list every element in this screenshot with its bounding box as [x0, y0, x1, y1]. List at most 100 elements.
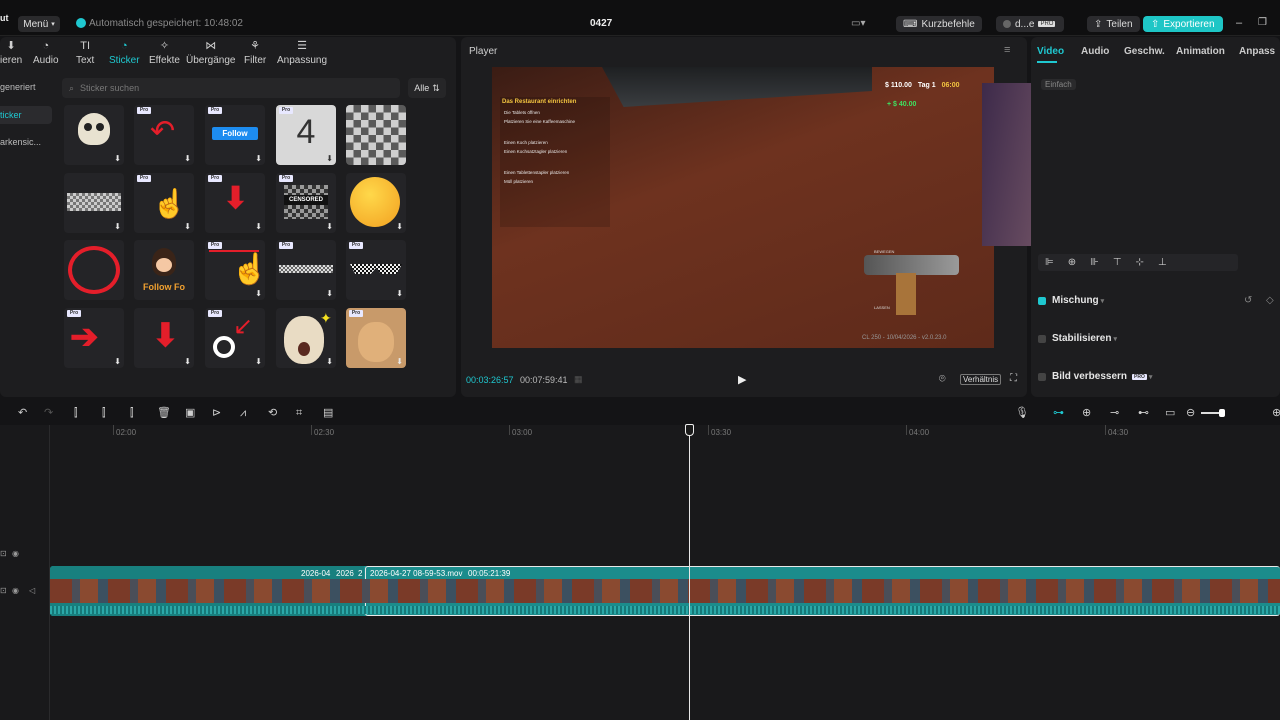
tab-transitions[interactable]: ⋈ Übergänge — [186, 40, 235, 66]
export-button[interactable]: ⇧ Exportieren — [1143, 16, 1223, 32]
mirror-icon[interactable]: ⩘ — [240, 407, 246, 419]
freeze-icon[interactable]: ▣ — [185, 407, 195, 419]
playhead[interactable] — [689, 425, 690, 720]
layout-icon[interactable]: ▭▾ — [851, 18, 865, 29]
aspect-ratio-button[interactable]: Verhältnis — [960, 374, 1002, 385]
download-icon[interactable]: ⬇ — [184, 222, 191, 231]
download-icon[interactable]: ⬇ — [184, 154, 191, 163]
download-icon[interactable]: ⬇ — [114, 222, 121, 231]
blushing-emoji-sticker[interactable]: ⬇ — [346, 173, 406, 233]
download-icon[interactable]: ⬇ — [255, 289, 262, 298]
tab-speed[interactable]: Geschw. — [1124, 46, 1165, 57]
share-button[interactable]: ⇪ Teilen — [1087, 16, 1140, 32]
sidebar-item-brand[interactable]: arkensic... — [0, 133, 52, 151]
follow-girl-sticker[interactable]: Follow Fo — [134, 240, 194, 300]
magnet-snap-icon[interactable]: ⊶ — [1053, 407, 1064, 419]
align-top-icon[interactable]: ⊤ — [1113, 257, 1122, 268]
enhance-checkbox[interactable] — [1038, 372, 1046, 381]
zoom-slider-handle[interactable] — [1219, 409, 1225, 417]
red-circle-sticker[interactable] — [64, 240, 124, 300]
download-icon[interactable]: ⬇ — [326, 154, 333, 163]
split-icon[interactable]: ⫿ — [74, 407, 78, 419]
stabilize-checkbox[interactable] — [1038, 334, 1046, 343]
download-icon[interactable]: ⬇ — [114, 154, 121, 163]
download-icon[interactable]: ⬇ — [396, 357, 403, 366]
sticker-search-input[interactable]: ⌕ Sticker suchen — [62, 78, 400, 98]
reset-icon[interactable]: ↺ — [1244, 295, 1252, 306]
blend-section[interactable]: Mischung ▾ — [1038, 295, 1104, 306]
video-track[interactable]: 2026-04 2026 2 2026-04-27 08-59-53.mov 0… — [50, 566, 1280, 616]
download-icon[interactable]: ⬇ — [255, 154, 262, 163]
tab-text[interactable]: TI Text — [76, 40, 94, 66]
tab-sticker[interactable]: ◔ Sticker — [109, 40, 140, 66]
auto-reframe-icon[interactable]: ▤ — [323, 407, 333, 419]
play-icon[interactable]: ▶ — [738, 373, 746, 386]
pixel-bar-sticker[interactable]: ⬇ — [64, 173, 124, 233]
download-icon[interactable]: ⬇ — [396, 222, 403, 231]
project-title[interactable]: 0427 — [590, 18, 612, 29]
restore-icon[interactable]: ❐ — [1258, 17, 1267, 28]
red-down-arrow-sticker[interactable]: Pro ⬇ ⬇ — [205, 173, 265, 233]
track-lock-icon[interactable]: ⊡ — [0, 549, 7, 558]
zoom-in-icon[interactable]: ⊕ — [1272, 407, 1280, 419]
tab-audio[interactable]: ◔ Audio — [33, 40, 59, 66]
preview-axis-icon[interactable]: ⊸ — [1110, 407, 1119, 419]
minimize-icon[interactable]: – — [1236, 17, 1242, 29]
pixel-censor-sticker[interactable] — [346, 105, 406, 165]
reverse-icon[interactable]: ⊳ — [212, 407, 221, 419]
tab-video[interactable]: Video — [1037, 46, 1064, 57]
download-icon[interactable]: ⬇ — [255, 222, 262, 231]
align-bottom-icon[interactable]: ⊥ — [1158, 257, 1167, 268]
align-right-icon[interactable]: ⊪ — [1090, 257, 1099, 268]
tab-animation[interactable]: Animation — [1176, 46, 1225, 57]
playhead-handle[interactable] — [685, 424, 694, 436]
delete-icon[interactable]: 🗑 — [157, 407, 171, 419]
skull-sticker[interactable]: ⬇ — [64, 105, 124, 165]
sub-tab-basic[interactable]: Einfach — [1041, 79, 1076, 90]
split-left-icon[interactable]: ⫿ — [102, 407, 106, 419]
tab-adjust[interactable]: ☰ Anpassung — [277, 40, 327, 66]
align-middle-icon[interactable]: ⊹ — [1136, 257, 1144, 268]
fullscreen-icon[interactable]: ⛶ — [1010, 373, 1017, 384]
main-track-visibility-icon[interactable]: ◉ — [12, 586, 19, 595]
main-track-lock-icon[interactable]: ⊡ — [0, 586, 7, 595]
download-icon[interactable]: ⬇ — [326, 222, 333, 231]
tab-import[interactable]: ⬇ ieren — [0, 40, 22, 66]
timecode-mode-icon[interactable]: ▦ — [574, 374, 583, 385]
keyframe-icon[interactable]: ◇ — [1266, 295, 1274, 306]
rotate-icon[interactable]: ⟲ — [268, 407, 277, 419]
follow-button-sticker[interactable]: Pro Follow ⬇ — [205, 105, 265, 165]
enhance-section[interactable]: Bild verbessern PRO ▾ — [1038, 371, 1152, 382]
blend-checkbox[interactable] — [1038, 296, 1046, 305]
align-left-icon[interactable]: ⊫ — [1045, 257, 1054, 268]
download-icon[interactable]: ⬇ — [114, 357, 121, 366]
menu-button[interactable]: Menü ▾ — [18, 16, 60, 32]
split-screen-icon[interactable]: ⊷ — [1138, 407, 1149, 419]
user-account-button[interactable]: d...e PRO — [996, 16, 1064, 32]
download-icon[interactable]: ⬇ — [255, 357, 262, 366]
split-right-icon[interactable]: ⫿ — [130, 407, 134, 419]
sidebar-item-generated[interactable]: generiert — [0, 78, 52, 96]
undo-icon[interactable]: ↶ — [18, 407, 27, 419]
download-icon[interactable]: ⬇ — [326, 289, 333, 298]
pixel-strip-sticker[interactable]: Pro ⬇ — [276, 240, 336, 300]
screenshot-icon[interactable]: ⌾ — [939, 373, 946, 386]
link-icon[interactable]: ⊕ — [1082, 407, 1091, 419]
curved-red-arrow-sticker[interactable]: Pro ↶ ⬇ — [134, 105, 194, 165]
tab-effects[interactable]: ✧ Effekte — [149, 40, 180, 66]
stabilize-section[interactable]: Stabilisieren ▾ — [1038, 333, 1117, 344]
censored-sticker[interactable]: Pro CENSORED ⬇ — [276, 173, 336, 233]
zoom-out-icon[interactable]: ⊖ — [1186, 407, 1195, 419]
redo-icon[interactable]: ↷ — [44, 407, 53, 419]
countdown-4-sticker[interactable]: Pro 4 ⬇ — [276, 105, 336, 165]
pointing-hand-sticker[interactable]: Pro ☝ ⬇ — [134, 173, 194, 233]
tab-adjust-props[interactable]: Anpass — [1239, 46, 1275, 57]
tab-filter[interactable]: ⚘ Filter — [244, 40, 266, 66]
sidebar-item-sticker[interactable]: ticker — [0, 106, 52, 124]
target-arrow-sticker[interactable]: Pro ↙ ⬇ — [205, 308, 265, 368]
caption-icon[interactable]: ▭ — [1165, 407, 1175, 419]
surprised-dog-sticker[interactable]: ✦ ⬇ — [276, 308, 336, 368]
track-visibility-icon[interactable]: ◉ — [12, 549, 19, 558]
finger-pointing-sticker[interactable]: Pro ☝ ⬇ — [205, 240, 265, 300]
main-track-audio-icon[interactable]: ◁ — [29, 586, 35, 595]
